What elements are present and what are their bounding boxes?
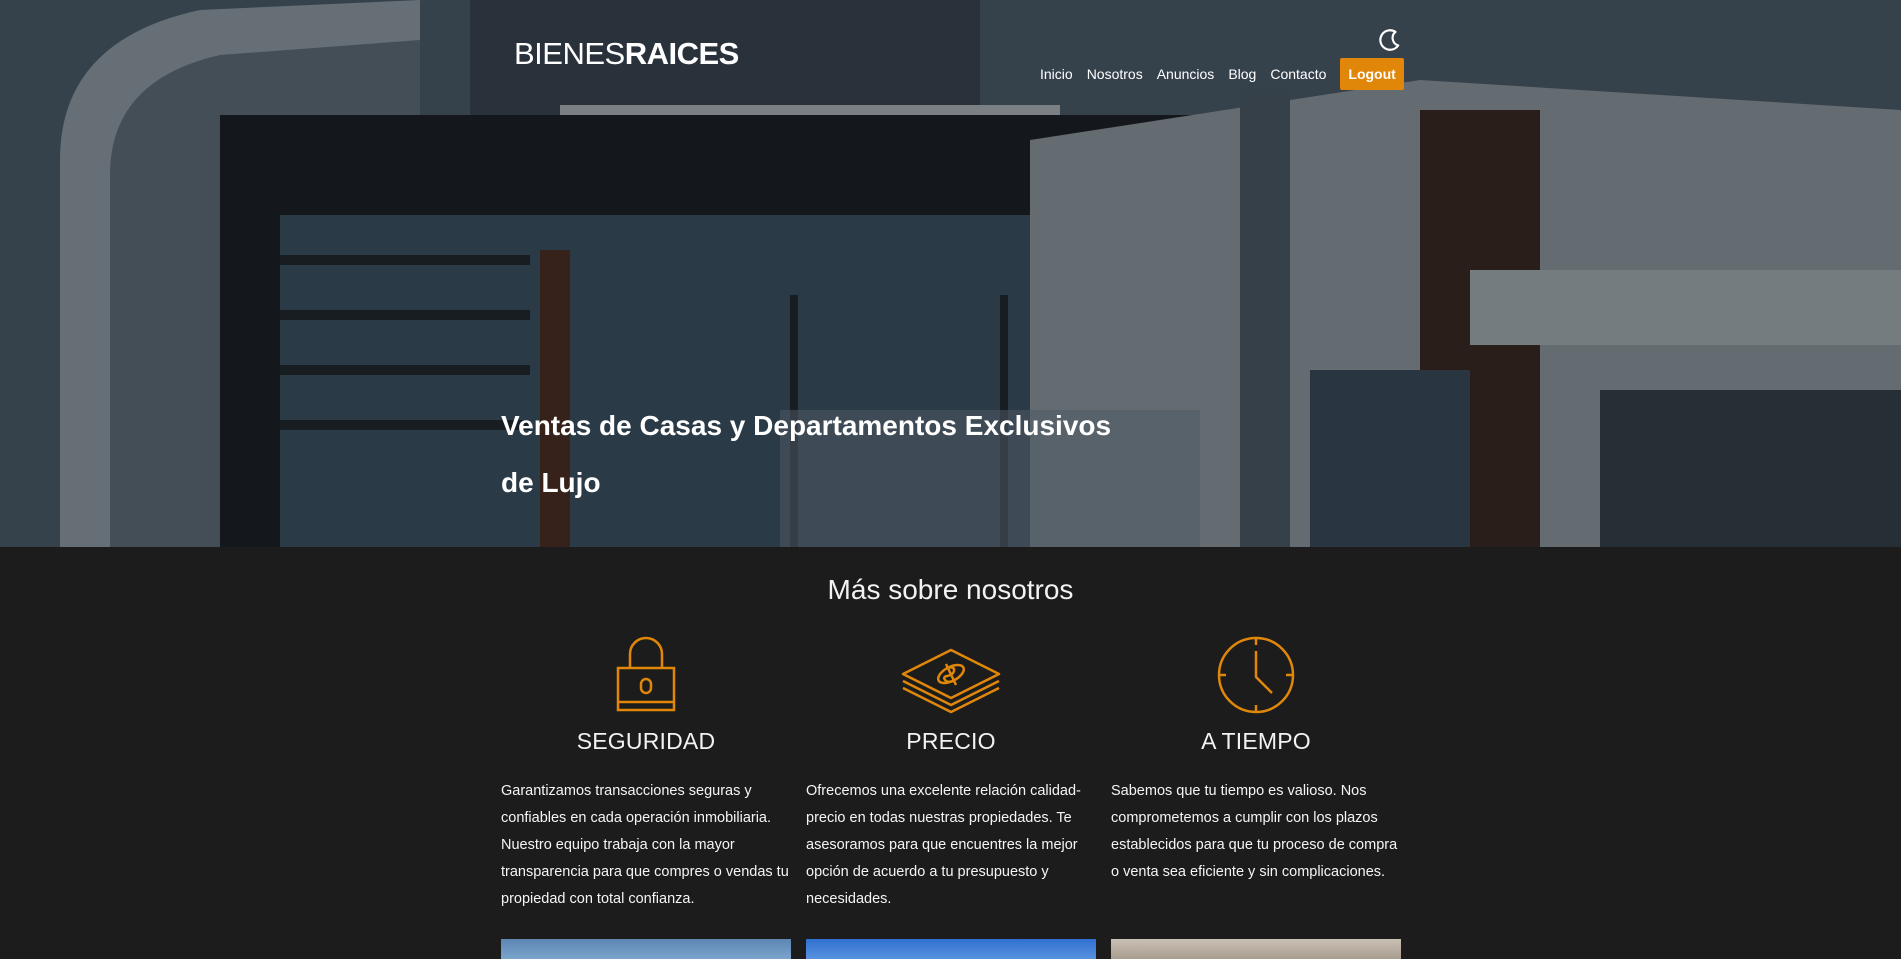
hero-section: BIENESRAICES Inicio Nosotros Anuncios Bl… — [0, 0, 1901, 547]
feature-a-tiempo: A TIEMPO Sabemos que tu tiempo es valios… — [1111, 632, 1401, 886]
feature-title: PRECIO — [906, 728, 996, 754]
feature-title: SEGURIDAD — [576, 728, 716, 754]
dark-mode-moon-icon[interactable] — [1376, 27, 1402, 53]
money-icon — [901, 648, 1001, 713]
lock-icon — [616, 636, 676, 711]
nav-link-contacto[interactable]: Contacto — [1270, 58, 1326, 90]
hero-title: Ventas de Casas y Departamentos Exclusiv… — [501, 410, 1112, 498]
about-section-title: Más sobre nosotros — [827, 574, 1074, 605]
nav-link-blog[interactable]: Blog — [1228, 58, 1256, 90]
logo-bold-text: RAICES — [624, 36, 740, 71]
clock-icon — [1217, 636, 1295, 713]
feature-seguridad: SEGURIDAD Garantizamos transacciones seg… — [501, 632, 791, 913]
nav-link-anuncios[interactable]: Anuncios — [1157, 58, 1215, 90]
listing-thumbnail[interactable] — [806, 939, 1096, 959]
feature-description: Sabemos que tu tiempo es valioso. Nos co… — [1111, 783, 1398, 880]
listing-thumbnail[interactable] — [1111, 939, 1401, 959]
logo-light-text: BIENES — [514, 36, 625, 71]
feature-title: A TIEMPO — [1201, 728, 1311, 754]
listing-thumbnail[interactable] — [501, 939, 791, 959]
about-section: Más sobre nosotros SEGURIDAD Garantizamo… — [0, 547, 1901, 959]
listing-thumbnails — [501, 939, 1401, 959]
site-logo[interactable]: BIENESRAICES — [514, 38, 739, 69]
feature-precio: PRECIO Ofrecemos una excelente relación … — [806, 632, 1096, 913]
main-navigation: Inicio Nosotros Anuncios Blog Contacto L… — [1040, 58, 1404, 90]
feature-description: Ofrecemos una excelente relación calidad… — [806, 783, 1081, 907]
logout-button[interactable]: Logout — [1340, 58, 1404, 90]
nav-link-inicio[interactable]: Inicio — [1040, 58, 1073, 90]
nav-link-nosotros[interactable]: Nosotros — [1087, 58, 1143, 90]
feature-description: Garantizamos transacciones seguras y con… — [501, 783, 789, 907]
